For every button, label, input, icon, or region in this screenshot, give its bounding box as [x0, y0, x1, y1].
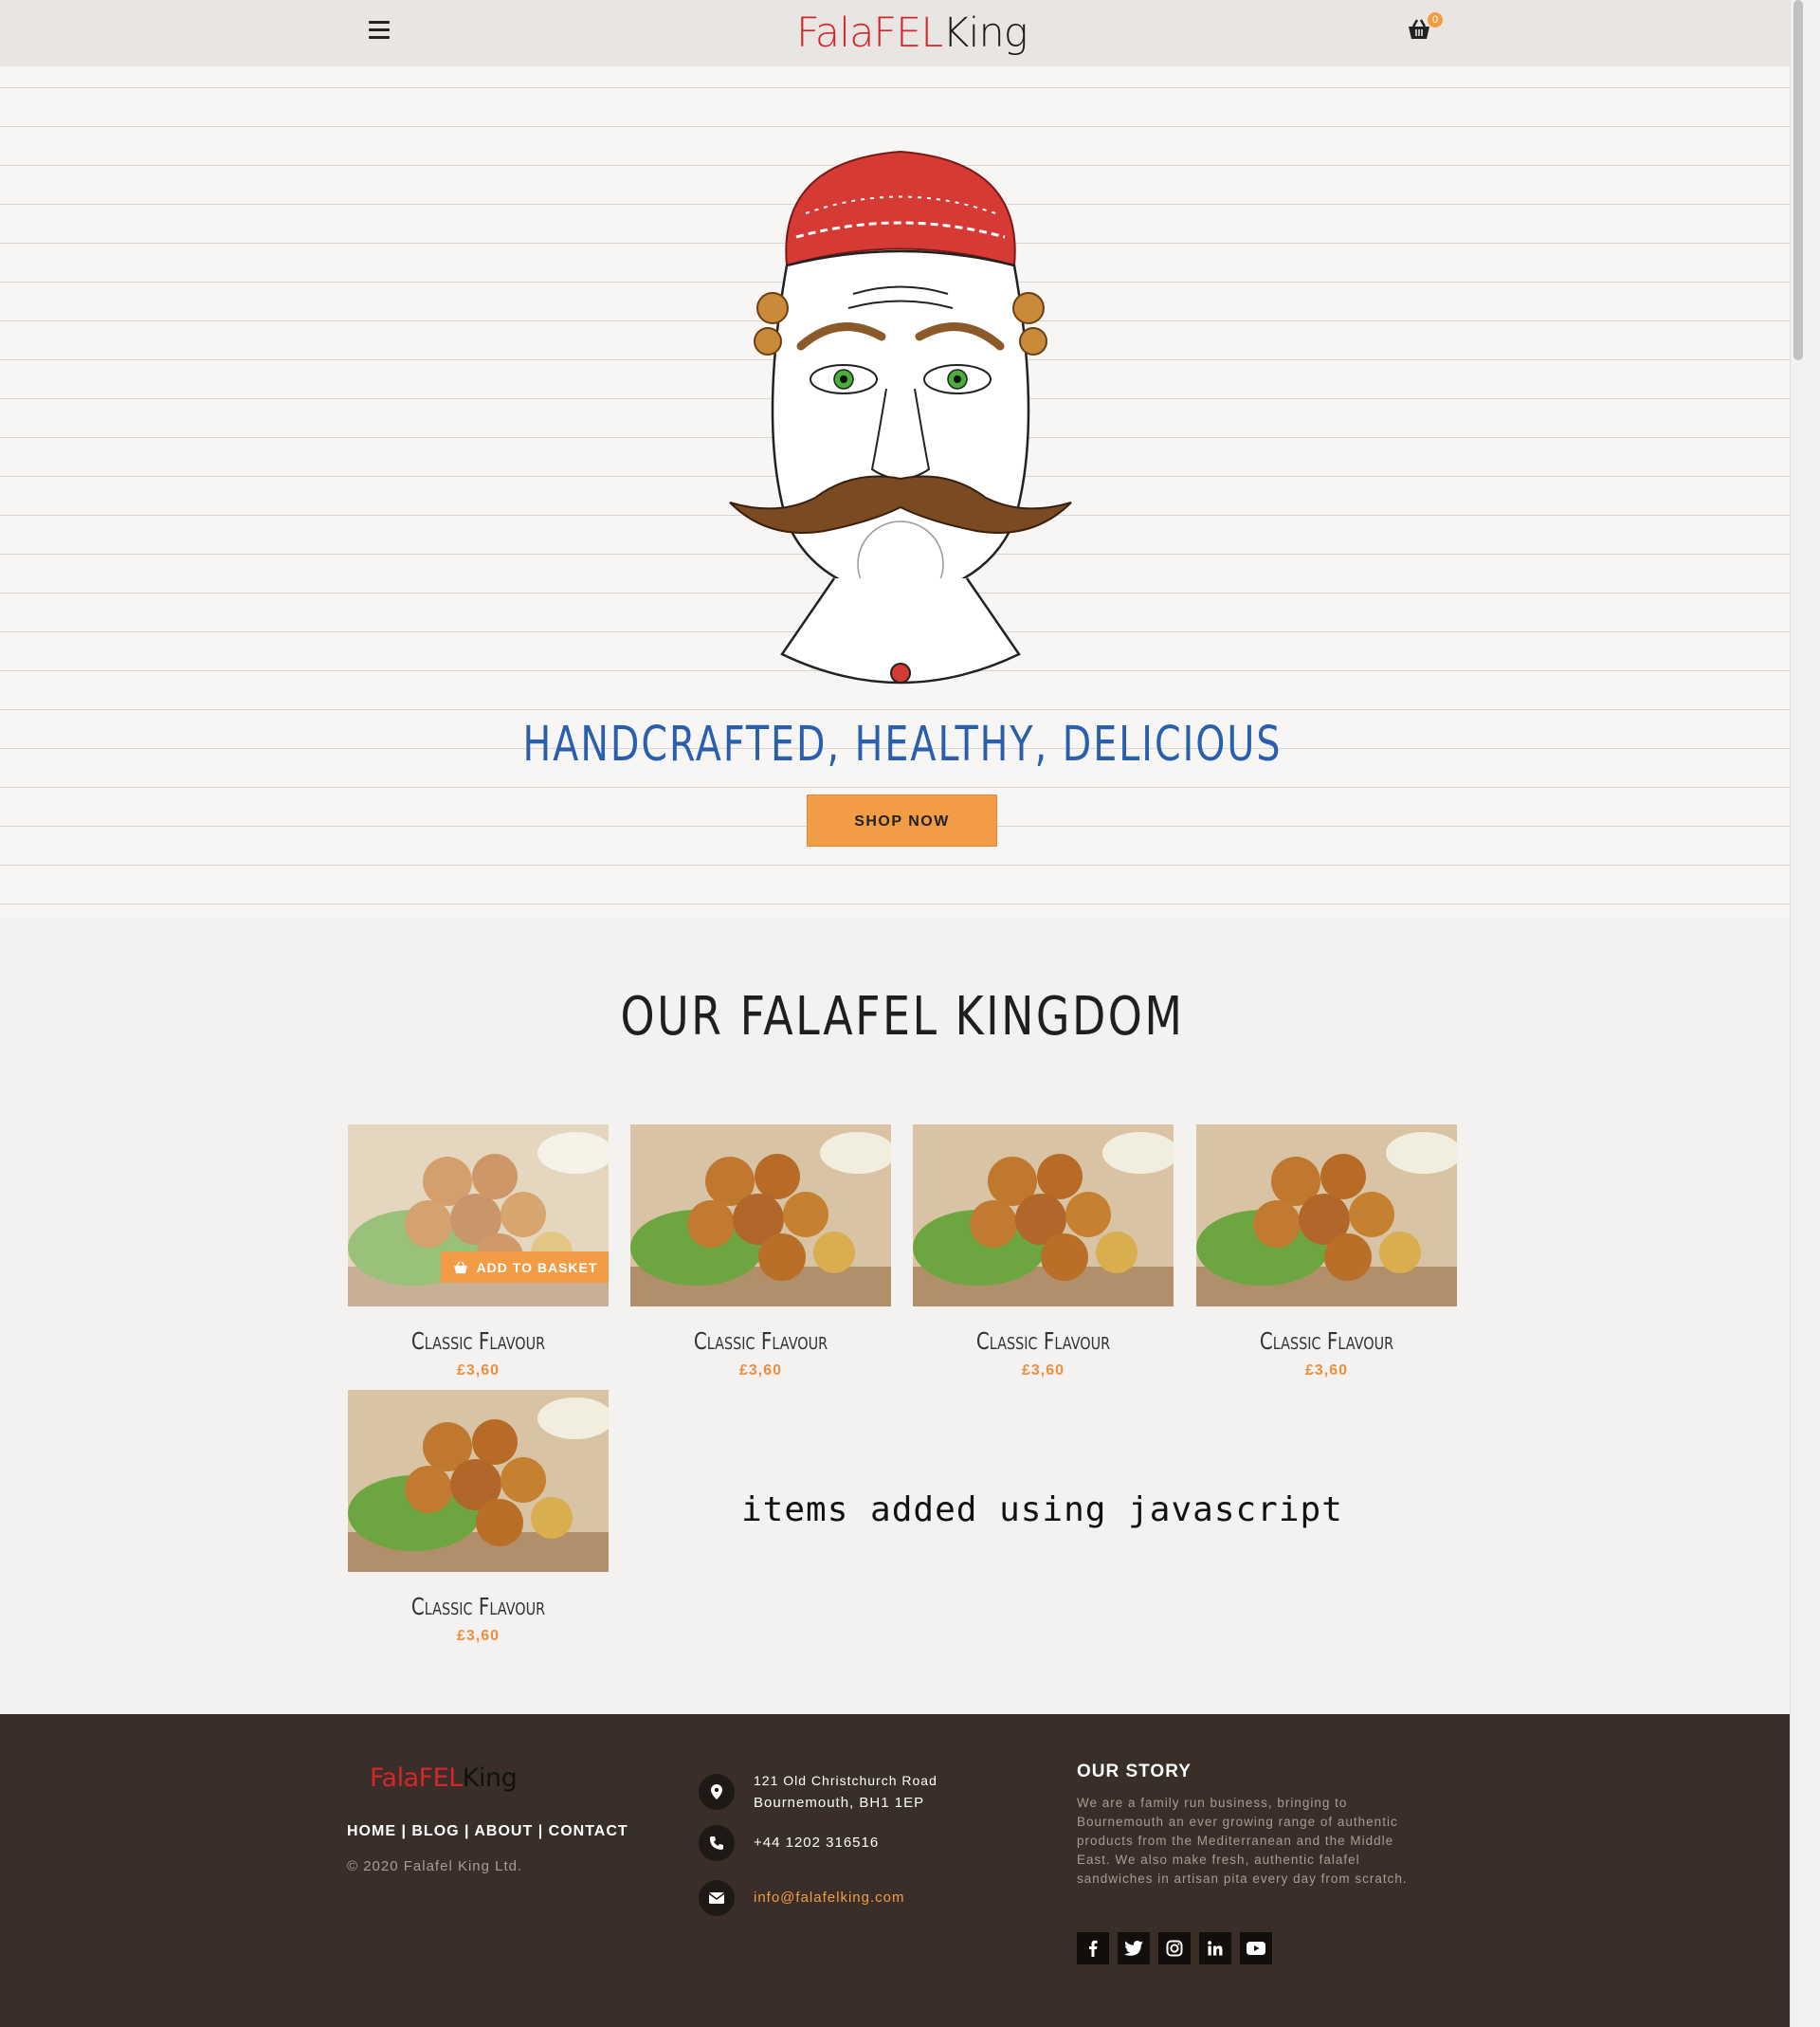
page: FalaFEL King 0 HANDCRAFTED, HEALTHY, DEL… [0, 0, 1805, 2027]
product-price: £3,60 [1021, 1362, 1065, 1379]
product-name[interactable]: Classic Flavour [1223, 1327, 1431, 1355]
footer-link-blog[interactable]: BLOG [411, 1823, 459, 1839]
footer-link-home[interactable]: HOME [347, 1823, 396, 1839]
product-price: £3,60 [456, 1362, 500, 1379]
product-name[interactable]: Classic Flavour [374, 1593, 583, 1620]
scrollbar-thumb[interactable] [1793, 0, 1803, 360]
logo-text-king: King [942, 9, 1028, 57]
social-links [1077, 1932, 1272, 1964]
hero-tagline: HANDCRAFTED, HEALTHY, DELICIOUS [522, 717, 1283, 773]
product-card[interactable]: Classic Flavour £3,60 [1196, 1124, 1457, 1379]
product-name[interactable]: Classic Flavour [374, 1327, 583, 1355]
footer-logo[interactable]: FalaFELKing [370, 1763, 518, 1793]
hamburger-menu-icon[interactable] [369, 21, 391, 42]
basket-button[interactable]: 0 [1406, 12, 1443, 46]
address-line-1: 121 Old Christchurch Road [754, 1773, 937, 1788]
address-block: 121 Old Christchurch Road Bournemouth, B… [754, 1769, 937, 1815]
falafel-king-mascot-illustration [729, 150, 1072, 685]
nav-separator: | [533, 1823, 549, 1839]
section-title: OUR FALAFEL KINGDOM [620, 986, 1185, 1048]
product-card[interactable]: Classic Flavour £3,60 [630, 1124, 891, 1379]
site-header: FalaFEL King 0 [0, 0, 1805, 66]
add-to-basket-button[interactable]: ADD TO BASKET [441, 1251, 609, 1283]
cart-count-badge: 0 [1428, 12, 1443, 27]
linkedin-icon[interactable] [1199, 1932, 1231, 1964]
facebook-icon[interactable] [1077, 1932, 1109, 1964]
product-name[interactable]: Classic Flavour [657, 1327, 865, 1355]
footer-logo-falafel: FalaFEL [370, 1763, 463, 1793]
map-pin-icon [699, 1774, 735, 1810]
product-price: £3,60 [1304, 1362, 1349, 1379]
product-price: £3,60 [456, 1628, 500, 1644]
twitter-icon[interactable] [1118, 1932, 1150, 1964]
product-image[interactable]: ADD TO BASKET [348, 1124, 609, 1306]
youtube-icon[interactable] [1240, 1932, 1272, 1964]
footer-link-about[interactable]: ABOUT [474, 1823, 533, 1839]
product-image[interactable] [630, 1124, 891, 1306]
site-logo[interactable]: FalaFEL King [796, 8, 1028, 59]
product-image[interactable] [913, 1124, 1174, 1306]
logo-text-falafel: FalaFEL [796, 9, 943, 57]
product-image[interactable] [348, 1390, 609, 1572]
product-card[interactable]: Classic Flavour £3,60 [348, 1390, 609, 1645]
product-card[interactable]: ADD TO BASKET Classic Flavour £3,60 [348, 1124, 609, 1379]
product-image[interactable] [1196, 1124, 1457, 1306]
nav-separator: | [396, 1823, 412, 1839]
instagram-icon[interactable] [1158, 1932, 1191, 1964]
product-card[interactable]: Classic Flavour £3,60 [913, 1124, 1174, 1379]
contact-address: 121 Old Christchurch Road Bournemouth, B… [699, 1769, 937, 1815]
product-name[interactable]: Classic Flavour [939, 1327, 1148, 1355]
our-story-heading: OUR STORY [1077, 1762, 1192, 1781]
javascript-note: items added using javascript [741, 1490, 1343, 1529]
footer-logo-king: King [462, 1763, 518, 1793]
page-scrollbar[interactable] [1790, 0, 1805, 2027]
contact-email: info@falafelking.com [699, 1880, 904, 1916]
basket-icon [453, 1260, 467, 1273]
email-link[interactable]: info@falafelking.com [754, 1887, 904, 1909]
site-footer: FalaFELKing HOME | BLOG | ABOUT | CONTAC… [0, 1714, 1805, 2027]
shop-now-button[interactable]: SHOP NOW [807, 794, 997, 847]
hero-banner: HANDCRAFTED, HEALTHY, DELICIOUS SHOP NOW [0, 66, 1805, 918]
copyright-text: © 2020 Falafel King Ltd. [347, 1858, 523, 1874]
phone-number[interactable]: +44 1202 316516 [754, 1832, 879, 1854]
footer-nav: HOME | BLOG | ABOUT | CONTACT [347, 1823, 628, 1840]
our-story-text: We are a family run business, bringing t… [1077, 1796, 1408, 1886]
nav-separator: | [459, 1823, 475, 1839]
phone-icon [699, 1825, 735, 1861]
envelope-icon [699, 1880, 735, 1916]
address-line-2: Bournemouth, BH1 1EP [754, 1795, 925, 1811]
footer-link-contact[interactable]: CONTACT [549, 1823, 628, 1839]
contact-phone: +44 1202 316516 [699, 1825, 879, 1861]
product-price: £3,60 [738, 1362, 783, 1379]
add-to-basket-label: ADD TO BASKET [476, 1259, 598, 1275]
